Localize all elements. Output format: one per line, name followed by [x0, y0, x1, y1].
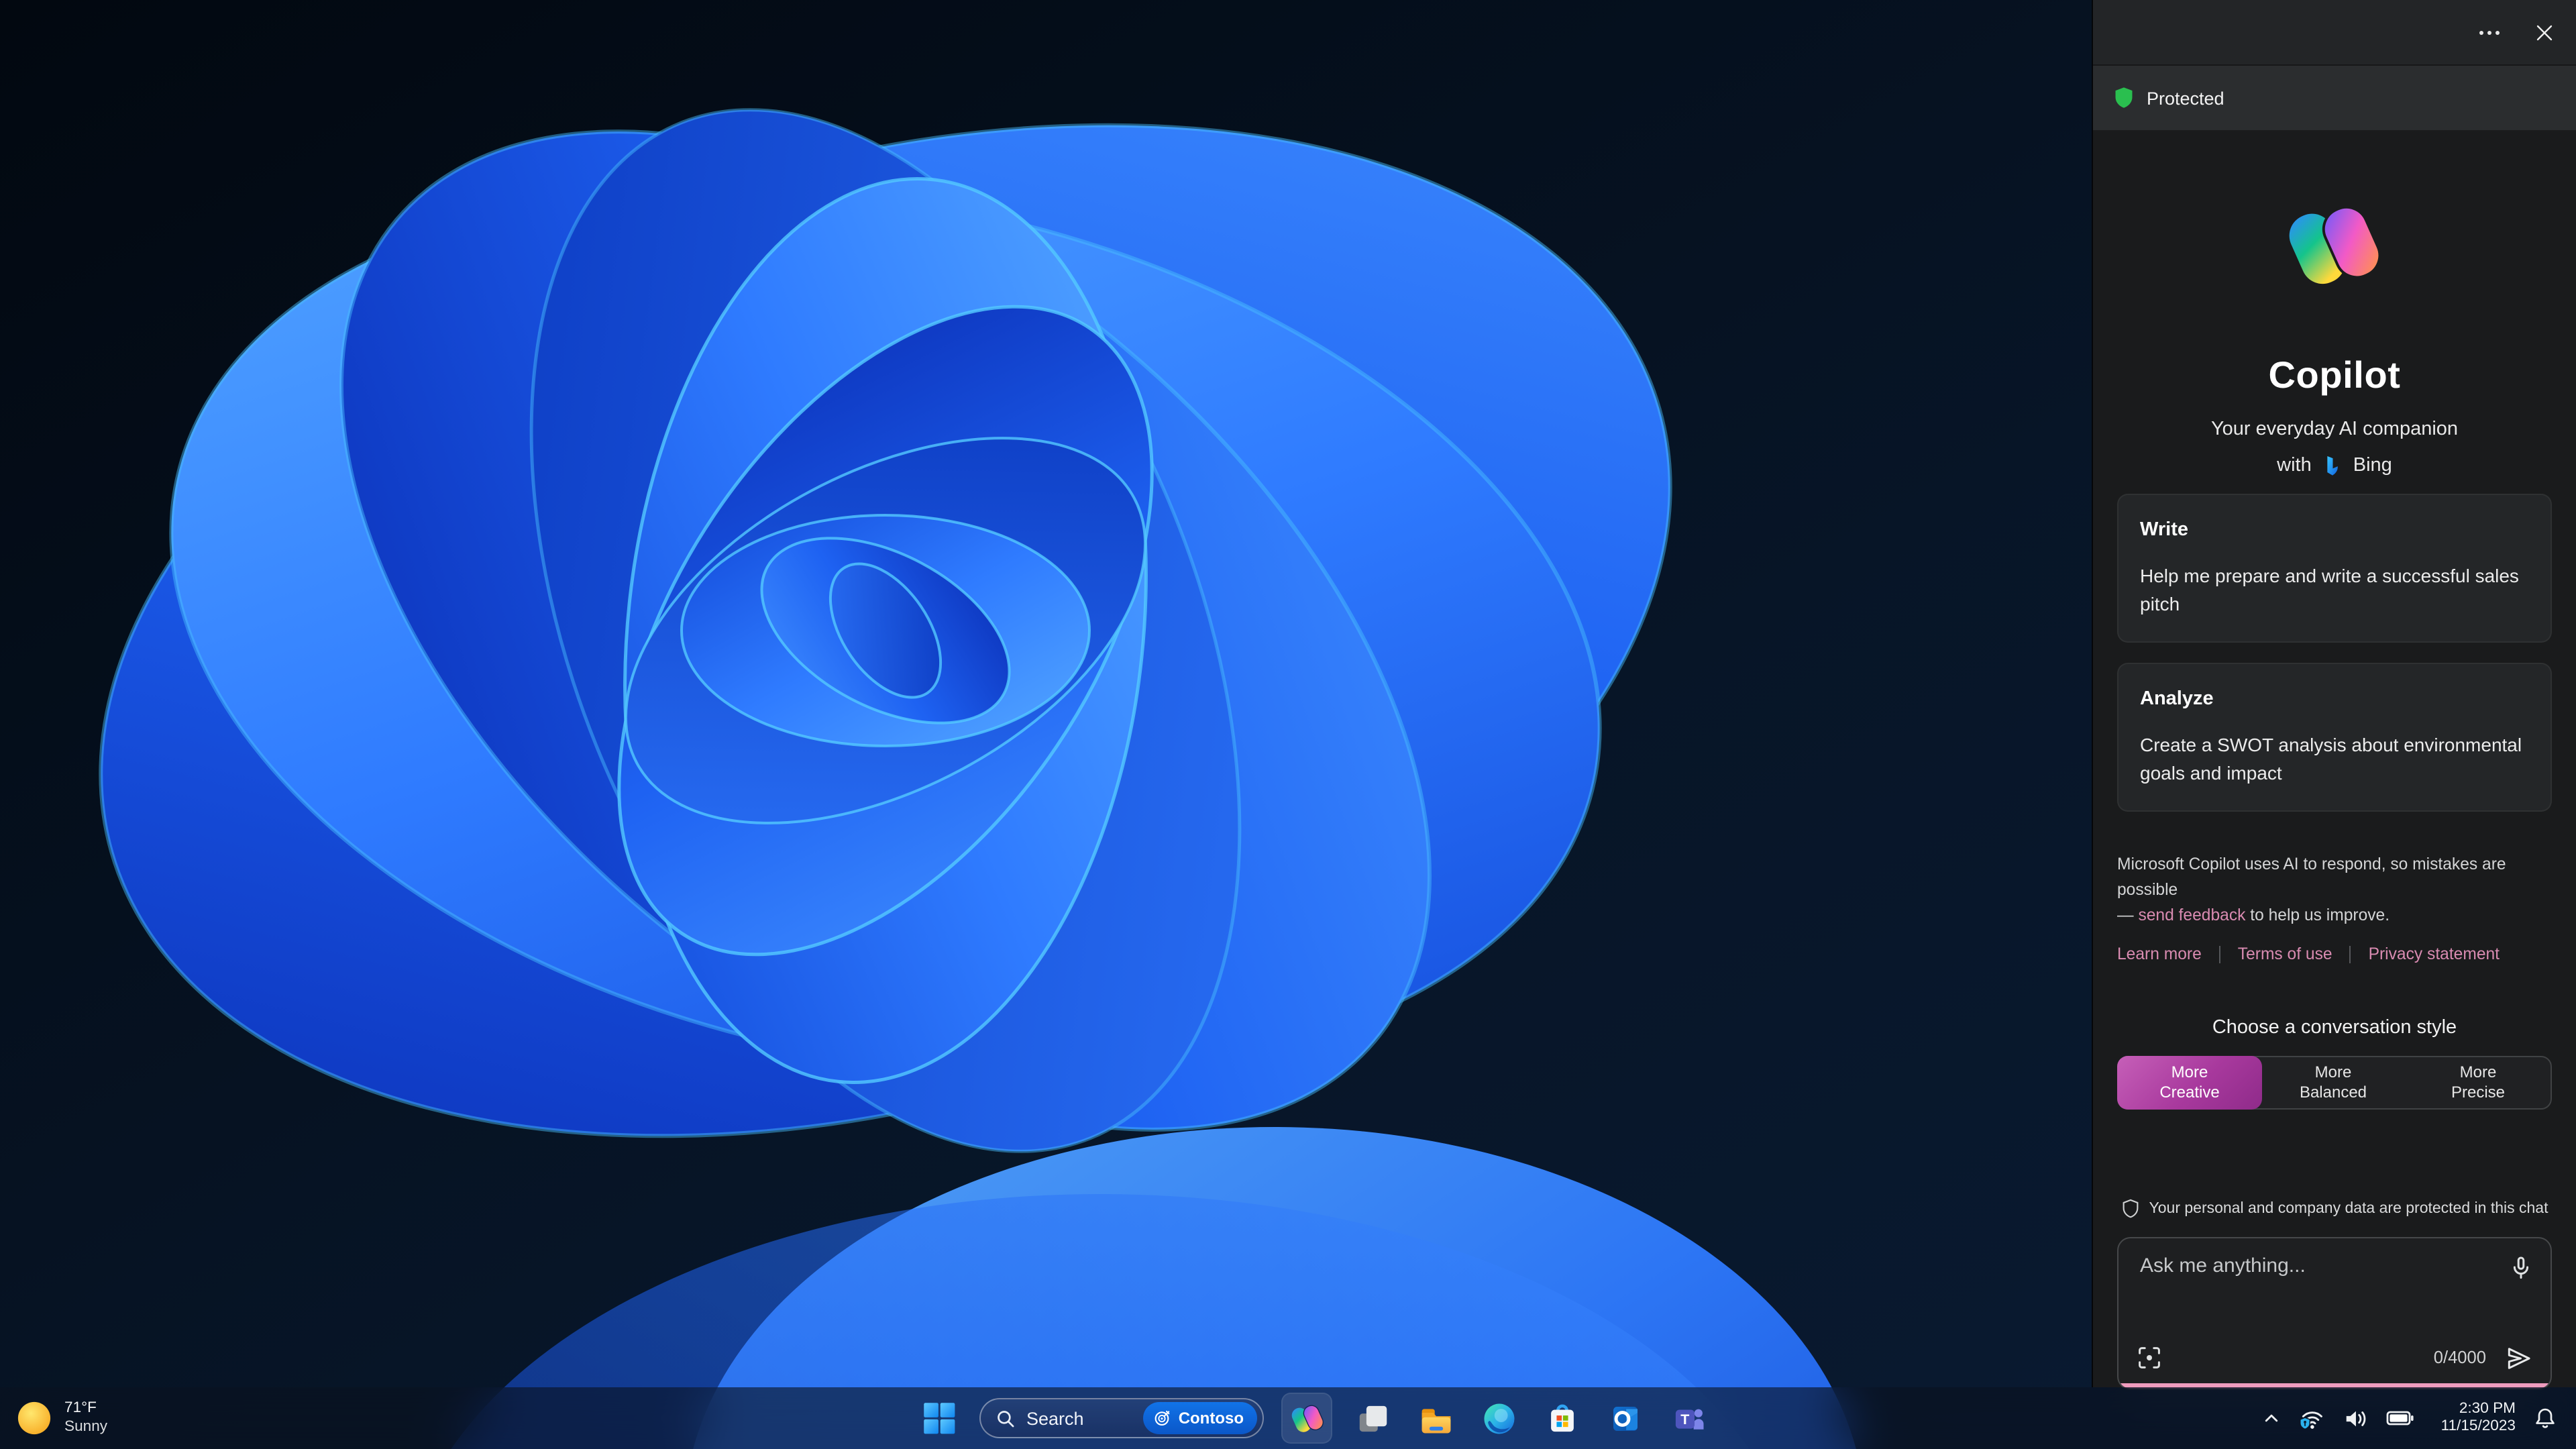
notification-center-button[interactable]: [2533, 1406, 2557, 1430]
contoso-badge[interactable]: Contoso: [1143, 1402, 1257, 1434]
tray-network-button[interactable]: [2299, 1405, 2326, 1431]
more-options-button[interactable]: [2471, 20, 2506, 44]
weather-temperature: 71°F: [64, 1400, 97, 1416]
style-label: More: [2459, 1062, 2497, 1081]
footer-links: Learn more Terms of use Privacy statemen…: [2117, 945, 2552, 964]
copilot-title: Copilot: [2268, 354, 2401, 396]
chat-input-box: 0/4000: [2117, 1237, 2552, 1391]
copilot-panel: Protected Copilot Your everyday AI compa…: [2092, 0, 2576, 1391]
contoso-label: Contoso: [1178, 1409, 1244, 1428]
visual-search-button[interactable]: [2136, 1345, 2163, 1372]
bing-icon: [2327, 455, 2338, 475]
sun-icon: [17, 1401, 51, 1435]
start-button[interactable]: [916, 1395, 962, 1441]
protected-status-bar: Protected: [2093, 64, 2576, 130]
search-label: Search: [1026, 1408, 1084, 1428]
card-body: Create a SWOT analysis about environment…: [2140, 734, 2522, 784]
taskbar-teams-button[interactable]: T: [1665, 1395, 1711, 1441]
start-icon: [924, 1403, 955, 1434]
system-tray: 2:30 PM 11/15/2023: [2263, 1387, 2557, 1449]
tray-battery-button[interactable]: [2386, 1406, 2416, 1430]
style-label: More: [2314, 1062, 2352, 1081]
disclaimer-suffix: to help us improve.: [2245, 906, 2390, 925]
taskbar-center: Search Contoso T: [916, 1387, 1711, 1449]
speaker-icon: [2347, 1410, 2366, 1426]
style-more-balanced-button[interactable]: More Balanced: [2261, 1058, 2406, 1109]
clock-time: 2:30 PM: [2459, 1400, 2516, 1416]
suggestion-card-analyze[interactable]: Analyze Create a SWOT analysis about env…: [2117, 663, 2552, 812]
taskbar-outlook-button[interactable]: [1602, 1395, 1648, 1441]
teams-icon: T: [1674, 1408, 1703, 1429]
privacy-note: Your personal and company data are prote…: [2121, 1199, 2548, 1220]
mic-icon: [2513, 1257, 2529, 1280]
weather-widget[interactable]: 71°F Sunny: [16, 1400, 107, 1436]
wifi-shield-icon: [2300, 1411, 2323, 1430]
send-icon: [2508, 1348, 2530, 1370]
send-button[interactable]: [2505, 1345, 2533, 1373]
battery-icon: [2387, 1411, 2414, 1426]
shield-outline-icon: [2123, 1199, 2138, 1219]
with-bing-row: with Bing: [2277, 451, 2392, 480]
protected-label: Protected: [2147, 88, 2224, 108]
copilot-taskbar-icon: [1291, 1404, 1323, 1432]
outlook-icon: [1613, 1406, 1637, 1430]
style-more-creative-button[interactable]: More Creative: [2117, 1056, 2262, 1110]
chevron-up-icon: [2265, 1414, 2278, 1422]
taskbar-file-explorer-button[interactable]: [1413, 1395, 1458, 1441]
with-label: with: [2277, 455, 2312, 476]
style-more-precise-button[interactable]: More Precise: [2406, 1058, 2551, 1109]
bell-icon: [2536, 1408, 2555, 1428]
disclaimer-line1: Microsoft Copilot uses AI to respond, so…: [2117, 855, 2506, 900]
close-icon: [2536, 24, 2552, 40]
weather-text: 71°F Sunny: [64, 1400, 107, 1436]
edge-icon: [1483, 1403, 1514, 1434]
weather-condition: Sunny: [64, 1418, 108, 1434]
suggestion-card-write[interactable]: Write Help me prepare and write a succes…: [2117, 494, 2552, 643]
windows-desktop: Protected Copilot Your everyday AI compa…: [0, 0, 2576, 1449]
close-button[interactable]: [2529, 17, 2559, 47]
copilot-subtitle: Your everyday AI companion: [2210, 419, 2459, 440]
taskbar-microsoft-store-button[interactable]: [1539, 1395, 1585, 1441]
mic-button[interactable]: [2508, 1255, 2534, 1282]
taskbar-edge-button[interactable]: [1476, 1395, 1521, 1441]
search-icon: [998, 1410, 1014, 1427]
copilot-logo: [2282, 193, 2387, 298]
taskbar: 71°F Sunny Search Contoso T 2:30 PM 11/1…: [0, 1387, 2576, 1449]
style-label: Precise: [2451, 1083, 2505, 1102]
disclaimer-dash: —: [2117, 906, 2139, 925]
conversation-style-heading: Choose a conversation style: [2212, 1017, 2457, 1039]
character-counter: 0/4000: [2433, 1347, 2486, 1368]
style-label: Creative: [2159, 1083, 2220, 1102]
style-label: Balanced: [2299, 1083, 2367, 1102]
tray-chevron-button[interactable]: [2263, 1409, 2282, 1428]
copilot-panel-body: Copilot Your everyday AI companion with …: [2093, 130, 2576, 1391]
file-explorer-icon: [1421, 1408, 1450, 1433]
conversation-style-toggle: More Creative More Balanced More Precise: [2117, 1056, 2552, 1110]
visual-search-icon: [2139, 1348, 2160, 1369]
target-icon: [1155, 1410, 1171, 1426]
style-label: More: [2171, 1062, 2208, 1081]
bing-label: Bing: [2353, 455, 2392, 476]
svg-text:T: T: [1680, 1411, 1688, 1427]
privacy-statement-link[interactable]: Privacy statement: [2369, 945, 2500, 964]
ai-disclaimer: Microsoft Copilot uses AI to respond, so…: [2117, 853, 2552, 929]
send-feedback-link[interactable]: send feedback: [2138, 906, 2245, 925]
learn-more-link[interactable]: Learn more: [2117, 945, 2202, 964]
copilot-panel-header: [2093, 0, 2576, 64]
shield-icon: [2115, 87, 2133, 108]
taskbar-search[interactable]: Search Contoso: [979, 1398, 1264, 1438]
microsoft-store-icon: [1550, 1403, 1573, 1432]
task-view-icon: [1358, 1405, 1387, 1432]
chat-input-field[interactable]: [2137, 1252, 2489, 1333]
terms-of-use-link[interactable]: Terms of use: [2238, 945, 2332, 964]
taskbar-copilot-button[interactable]: [1281, 1393, 1332, 1444]
clock[interactable]: 2:30 PM 11/15/2023: [2441, 1400, 2516, 1436]
tray-volume-button[interactable]: [2343, 1405, 2369, 1431]
card-title: Analyze: [2140, 688, 2214, 710]
card-title: Write: [2140, 519, 2188, 541]
card-body: Help me prepare and write a successful s…: [2140, 565, 2519, 614]
taskbar-task-view-button[interactable]: [1350, 1395, 1395, 1441]
privacy-note-text: Your personal and company data are prote…: [2149, 1201, 2548, 1218]
clock-date: 11/15/2023: [2440, 1418, 2516, 1434]
